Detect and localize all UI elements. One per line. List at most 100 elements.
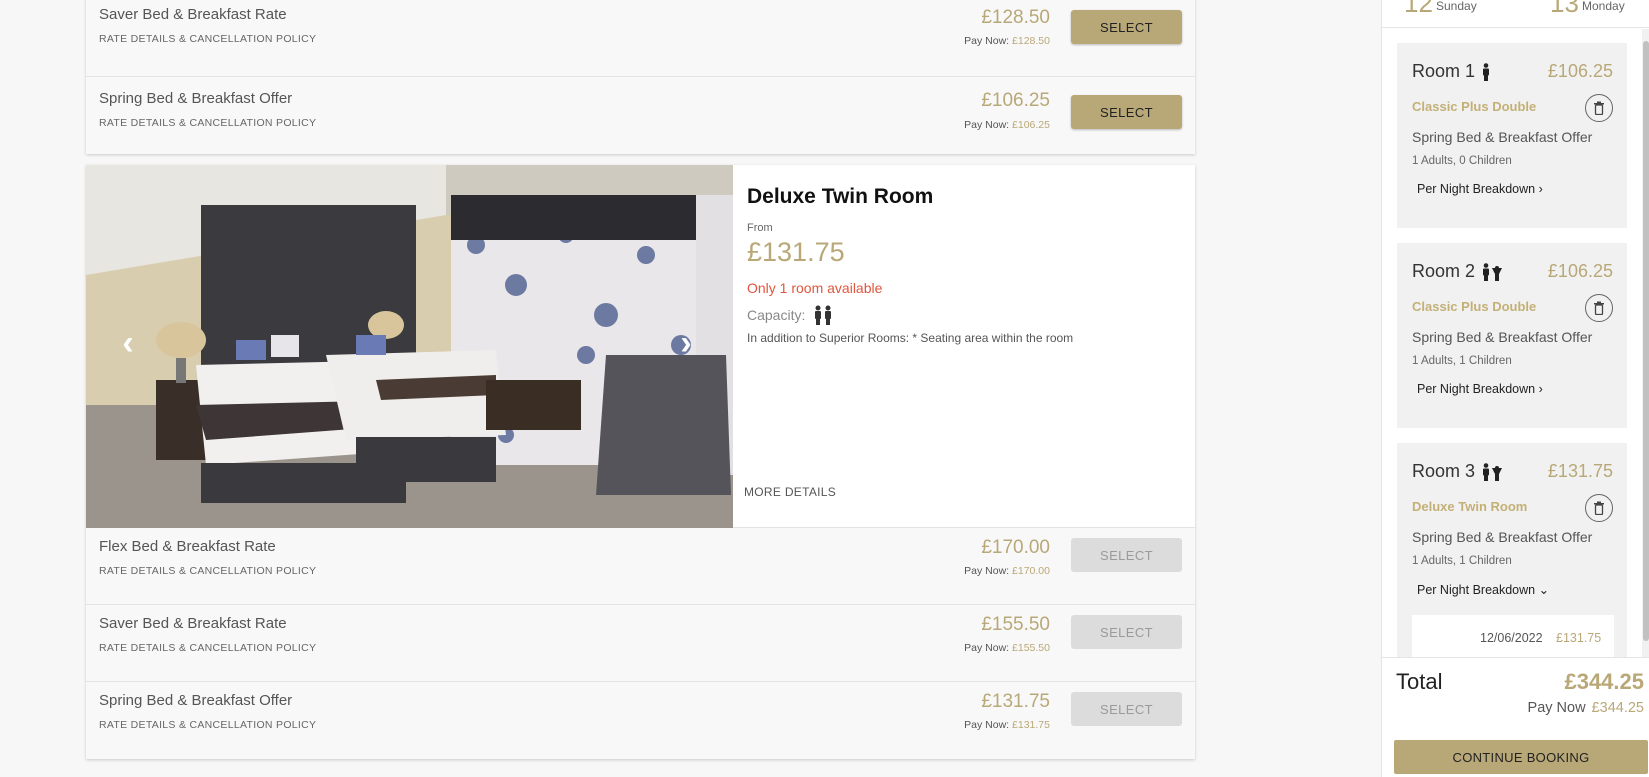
per-night-breakdown-toggle[interactable]: Per Night Breakdown ⌄ xyxy=(1417,582,1549,597)
paynow-value: £155.50 xyxy=(1012,642,1050,654)
select-button[interactable]: SELECT xyxy=(1071,615,1182,649)
selected-room-card: Room 2 £106.25 Classic Plus Double Sprin… xyxy=(1397,243,1627,428)
select-button[interactable]: SELECT xyxy=(1071,95,1182,129)
rate-paynow: Pay Now: £155.50 xyxy=(964,642,1050,654)
rate-row: Saver Bed & Breakfast Rate RATE DETAILS … xyxy=(86,605,1195,682)
room-photo: ‹ › xyxy=(86,165,733,528)
paynow-value: £128.50 xyxy=(1012,35,1050,47)
selected-room-card: Room 1 £106.25 Classic Plus Double Sprin… xyxy=(1397,43,1627,228)
checkin-day: Sunday xyxy=(1436,0,1477,13)
checkin-date-number: 12 xyxy=(1404,0,1433,18)
selected-room-offer: Spring Bed & Breakfast Offer xyxy=(1412,529,1593,545)
paynow-label: Pay Now xyxy=(1527,700,1586,716)
checkout-date-number: 13 xyxy=(1550,0,1579,18)
select-button[interactable]: SELECT xyxy=(1071,538,1182,572)
adult-child-icon xyxy=(1483,462,1503,481)
paynow-label: Pay Now: xyxy=(964,642,1010,654)
trash-icon[interactable] xyxy=(1585,94,1613,122)
selected-room-price: £131.75 xyxy=(1547,461,1613,481)
total-paynow: Pay Now £344.25 xyxy=(1528,700,1644,716)
selected-room-type: Classic Plus Double xyxy=(1412,299,1537,314)
booking-total: Total £344.25 Pay Now £344.25 xyxy=(1382,657,1649,727)
rate-paynow: Pay Now: £170.00 xyxy=(964,565,1050,577)
breakdown-label: Per Night Breakdown xyxy=(1417,583,1536,597)
select-button[interactable]: SELECT xyxy=(1071,692,1182,726)
room-number: Room 3 xyxy=(1412,461,1476,481)
rate-name: Flex Bed & Breakfast Rate xyxy=(99,538,276,555)
rate-price: £128.50 xyxy=(981,7,1050,28)
rate-name: Saver Bed & Breakfast Rate xyxy=(99,6,287,23)
sidebar-scrollbar[interactable] xyxy=(1642,29,1649,657)
capacity-label: Capacity: xyxy=(747,307,806,323)
room-info: Deluxe Twin Room From £131.75 Only 1 roo… xyxy=(744,165,1195,528)
paynow-value: £344.25 xyxy=(1591,700,1644,716)
availability-notice: Only 1 room available xyxy=(747,280,883,296)
trash-icon[interactable] xyxy=(1585,294,1613,322)
rate-row: Saver Bed & Breakfast Rate RATE DETAILS … xyxy=(86,0,1195,77)
night-price: £131.75 xyxy=(1556,631,1602,645)
paynow-value: £106.25 xyxy=(1012,119,1050,131)
rate-price: £131.75 xyxy=(981,691,1050,712)
stay-dates: 12 Sunday 13 Monday xyxy=(1382,0,1649,28)
room-header: ‹ › Deluxe Twin Room From £131.75 Only 1… xyxy=(86,165,1195,528)
paynow-value: £131.75 xyxy=(1012,719,1050,731)
selected-room-offer: Spring Bed & Breakfast Offer xyxy=(1412,129,1593,145)
booking-summary-sidebar: 12 Sunday 13 Monday Room 1 £106.25 Class… xyxy=(1381,0,1649,777)
room-number: Room 1 xyxy=(1412,61,1476,81)
rate-price: £170.00 xyxy=(981,537,1050,558)
selected-room-price: £106.25 xyxy=(1547,61,1613,81)
trash-icon[interactable] xyxy=(1585,494,1613,522)
rate-details-link[interactable]: RATE DETAILS & CANCELLATION POLICY xyxy=(99,565,316,577)
chevron-right-icon: › xyxy=(1538,382,1543,396)
selected-room-type: Classic Plus Double xyxy=(1412,99,1537,114)
room-title: Deluxe Twin Room xyxy=(747,185,934,208)
selected-room-guests: 1 Adults, 0 Children xyxy=(1412,155,1512,167)
previous-room-rates-card: Saver Bed & Breakfast Rate RATE DETAILS … xyxy=(86,0,1195,154)
night-date: 12/06/2022 xyxy=(1480,631,1543,645)
selected-room-type: Deluxe Twin Room xyxy=(1412,499,1528,514)
chevron-right-icon[interactable]: › xyxy=(671,325,701,361)
selected-room-title: Room 1 xyxy=(1412,61,1491,82)
selected-room-guests: 1 Adults, 1 Children xyxy=(1412,555,1512,567)
rate-name: Spring Bed & Breakfast Offer xyxy=(99,90,293,107)
rate-name: Spring Bed & Breakfast Offer xyxy=(99,692,293,709)
selected-room-card: Room 3 £131.75 Deluxe Twin Room Spring B… xyxy=(1397,443,1627,657)
rate-row: Spring Bed & Breakfast Offer RATE DETAIL… xyxy=(86,682,1195,759)
rate-paynow: Pay Now: £128.50 xyxy=(964,35,1050,47)
deluxe-twin-room-card: ‹ › Deluxe Twin Room From £131.75 Only 1… xyxy=(86,165,1195,759)
paynow-label: Pay Now: xyxy=(964,119,1010,131)
capacity: Capacity: xyxy=(747,305,833,325)
from-price: £131.75 xyxy=(747,237,845,267)
paynow-value: £170.00 xyxy=(1012,565,1050,577)
selected-room-offer: Spring Bed & Breakfast Offer xyxy=(1412,329,1593,345)
room-number: Room 2 xyxy=(1412,261,1476,281)
selected-room-price: £106.25 xyxy=(1547,261,1613,281)
rate-paynow: Pay Now: £131.75 xyxy=(964,719,1050,731)
rate-details-link[interactable]: RATE DETAILS & CANCELLATION POLICY xyxy=(99,642,316,654)
checkout-day: Monday xyxy=(1582,0,1625,13)
selected-rooms-list[interactable]: Room 1 £106.25 Classic Plus Double Sprin… xyxy=(1382,29,1649,657)
select-button[interactable]: SELECT xyxy=(1071,10,1182,44)
selected-room-guests: 1 Adults, 1 Children xyxy=(1412,355,1512,367)
rate-details-link[interactable]: RATE DETAILS & CANCELLATION POLICY xyxy=(99,719,316,731)
continue-booking-button[interactable]: CONTINUE BOOKING xyxy=(1394,740,1648,774)
breakdown-label: Per Night Breakdown xyxy=(1417,382,1536,396)
rate-details-link[interactable]: RATE DETAILS & CANCELLATION POLICY xyxy=(99,117,316,129)
rate-row: Spring Bed & Breakfast Offer RATE DETAIL… xyxy=(86,77,1195,154)
two-adults-icon xyxy=(815,305,832,325)
from-label: From xyxy=(747,222,773,234)
more-details-link[interactable]: MORE DETAILS xyxy=(744,485,836,499)
chevron-left-icon[interactable]: ‹ xyxy=(113,325,143,361)
paynow-label: Pay Now: xyxy=(964,565,1010,577)
rate-row: Flex Bed & Breakfast Rate RATE DETAILS &… xyxy=(86,528,1195,605)
scrollbar-thumb[interactable] xyxy=(1643,41,1649,641)
adult-child-icon xyxy=(1483,262,1503,281)
per-night-breakdown-toggle[interactable]: Per Night Breakdown › xyxy=(1417,182,1543,196)
rate-details-link[interactable]: RATE DETAILS & CANCELLATION POLICY xyxy=(99,33,316,45)
total-label: Total xyxy=(1396,669,1443,694)
per-night-breakdown-toggle[interactable]: Per Night Breakdown › xyxy=(1417,382,1543,396)
rate-paynow: Pay Now: £106.25 xyxy=(964,119,1050,131)
selected-room-title: Room 3 xyxy=(1412,461,1503,482)
chevron-right-icon: › xyxy=(1538,182,1543,196)
rate-price: £155.50 xyxy=(981,614,1050,635)
